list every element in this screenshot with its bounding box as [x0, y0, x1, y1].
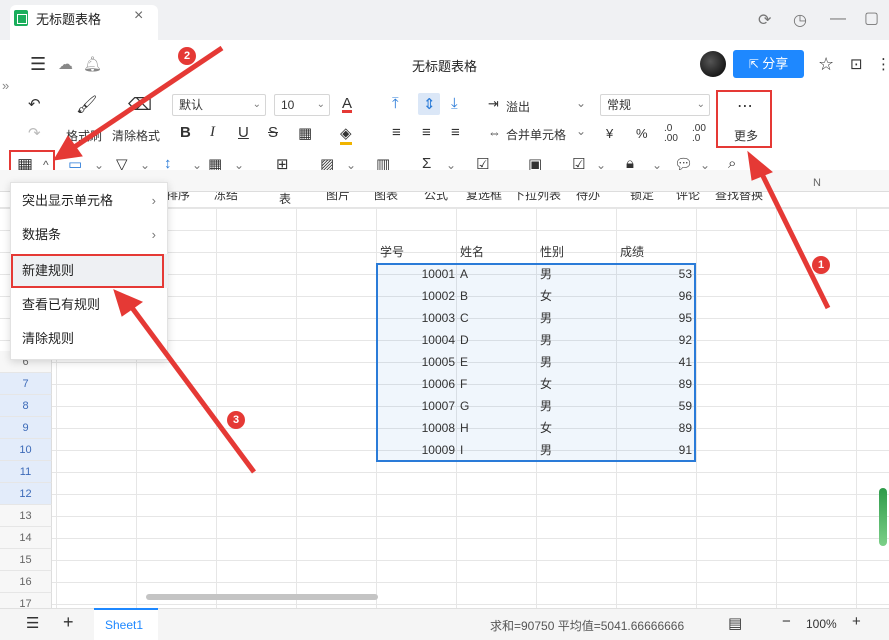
arrow-1-line [757, 168, 831, 310]
annotation-badge-2: 2 [178, 47, 196, 65]
arrow-2-line [68, 45, 224, 153]
arrow-3-line [127, 303, 257, 474]
annotation-badge-3: 3 [227, 411, 245, 429]
annotation-arrows [53, 45, 831, 474]
annotation-badge-1: 1 [812, 256, 830, 274]
arrow-2-head [53, 135, 83, 161]
arrow-1-head [747, 150, 773, 181]
